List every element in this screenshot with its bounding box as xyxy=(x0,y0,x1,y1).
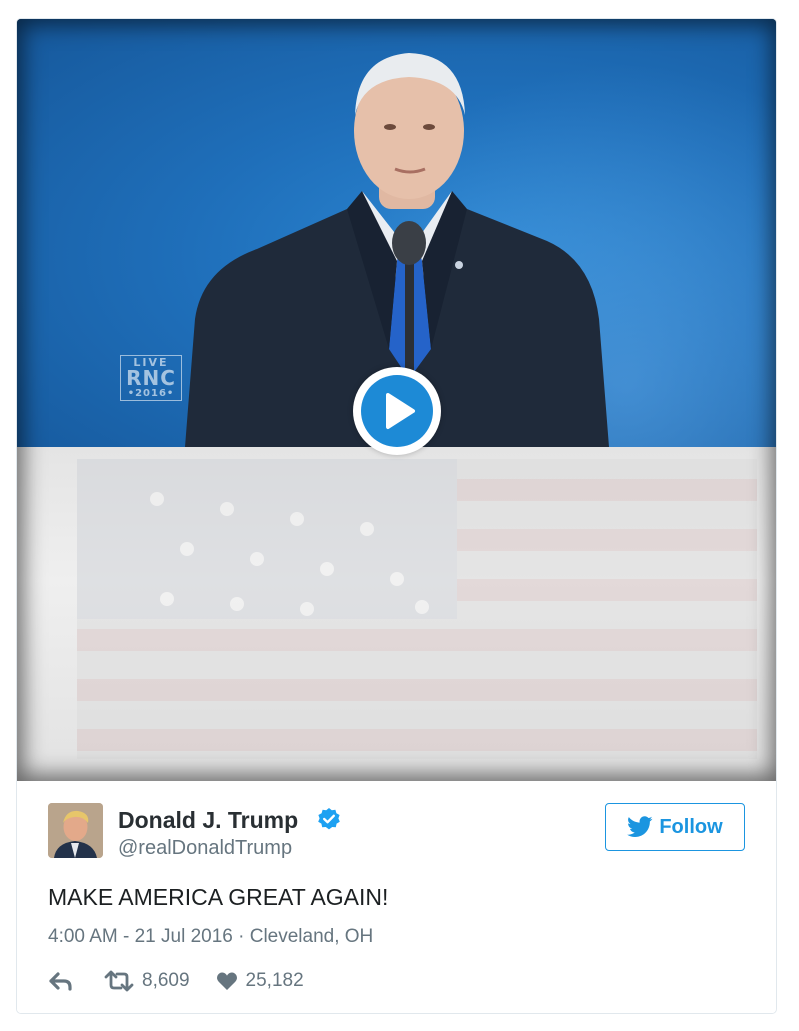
reply-icon xyxy=(49,972,72,991)
tweet-dateline[interactable]: 4:00 AM - 21 Jul 2016 · Cleveland, OH xyxy=(48,926,373,948)
embedded-tweet-card: LIVE RNC •2016• Donald J. Trump @realDon… xyxy=(16,18,777,1014)
author-name[interactable]: Donald J. Trump xyxy=(118,807,298,834)
like-button[interactable]: 25,182 xyxy=(216,970,304,992)
verified-badge-icon xyxy=(318,808,340,830)
like-count: 25,182 xyxy=(245,970,304,991)
follow-button[interactable]: Follow xyxy=(605,803,745,851)
tweet-actions: 8,609 25,182 xyxy=(48,968,304,994)
retweet-count: 8,609 xyxy=(142,970,190,991)
rnc-live-watermark: LIVE RNC •2016• xyxy=(120,355,182,401)
retweet-icon xyxy=(104,970,134,992)
author-handle[interactable]: @realDonaldTrump xyxy=(118,837,292,860)
follow-label: Follow xyxy=(659,815,723,838)
avatar[interactable] xyxy=(48,803,103,858)
tweet-text: MAKE AMERICA GREAT AGAIN! xyxy=(48,884,389,910)
video-player[interactable]: LIVE RNC •2016• xyxy=(17,19,776,781)
tweet-meta: Donald J. Trump @realDonaldTrump Follow … xyxy=(17,781,776,1013)
twitter-bird-icon xyxy=(627,816,653,837)
retweet-button[interactable]: 8,609 xyxy=(104,970,190,992)
play-icon xyxy=(386,393,415,429)
heart-icon xyxy=(216,972,237,990)
podium-flag-backdrop xyxy=(17,447,776,781)
reply-button[interactable] xyxy=(48,971,74,991)
play-button[interactable] xyxy=(353,367,441,455)
flag-image xyxy=(77,459,757,759)
